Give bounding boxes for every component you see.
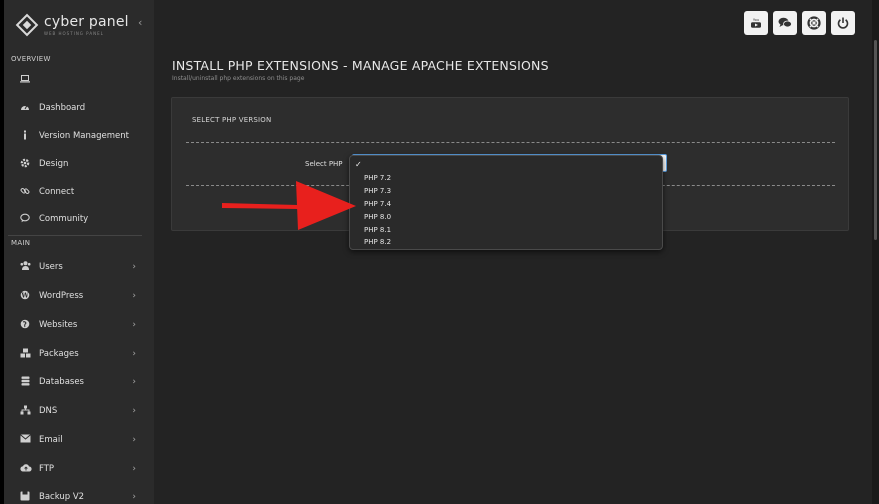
- sidebar-item-connect[interactable]: Connect: [20, 184, 140, 200]
- option-php-8-1[interactable]: PHP 8.1: [364, 226, 391, 234]
- youtube-icon: You: [751, 18, 761, 28]
- sidebar-item-version-management[interactable]: Version Management: [20, 128, 140, 144]
- chevron-right-icon: ›: [132, 464, 136, 474]
- logo-subtitle: WEB HOSTING PANEL: [44, 31, 104, 36]
- sidebar-item-label: Version Management: [39, 131, 129, 141]
- cyberpanel-logo-icon: [15, 13, 39, 37]
- logout-button[interactable]: [831, 11, 855, 35]
- database-icon: [20, 376, 30, 389]
- chevron-right-icon: ›: [132, 320, 136, 330]
- sidebar-item-label: Email: [39, 435, 63, 445]
- link-icon: [20, 186, 30, 199]
- section-overview: OVERVIEW: [11, 55, 51, 63]
- chevron-right-icon: ›: [132, 291, 136, 301]
- dashed-divider: [186, 142, 835, 143]
- page-title: INSTALL PHP EXTENSIONS - MANAGE APACHE E…: [172, 58, 549, 73]
- sidebar-item-users[interactable]: Users ›: [20, 259, 140, 275]
- youtube-button[interactable]: You: [744, 11, 768, 35]
- sidebar-item-ftp[interactable]: FTP ›: [20, 461, 140, 477]
- card-heading: SELECT PHP VERSION: [192, 116, 272, 124]
- sidebar-item-overview[interactable]: [20, 72, 140, 88]
- collapse-sidebar-icon[interactable]: ‹: [138, 16, 142, 29]
- sidebar-item-websites[interactable]: Websites ›: [20, 317, 140, 333]
- option-php-7-4[interactable]: PHP 7.4: [364, 200, 391, 208]
- sidebar-item-label: Databases: [39, 377, 84, 387]
- lifebuoy-icon: [807, 16, 821, 30]
- page-subtitle: Install/uninstall php extensions on this…: [172, 75, 305, 82]
- globe-icon: [20, 319, 30, 332]
- chevron-right-icon: ›: [132, 262, 136, 272]
- sidebar-item-label: Packages: [39, 349, 79, 359]
- sidebar-item-backup-v2[interactable]: Backup V2 ›: [20, 489, 140, 504]
- laptop-icon: [20, 74, 30, 86]
- svg-text:W: W: [20, 291, 29, 299]
- sidebar-item-label: Community: [39, 214, 89, 224]
- select-php-label: Select PHP: [305, 160, 343, 168]
- scrollbar-thumb[interactable]: [874, 40, 877, 240]
- sidebar-item-design[interactable]: Design: [20, 156, 140, 172]
- sidebar-item-label: Dashboard: [39, 103, 86, 113]
- sidebar-item-label: Backup V2: [39, 492, 85, 502]
- info-icon: [20, 130, 30, 143]
- support-button[interactable]: [802, 11, 826, 35]
- power-icon: [837, 17, 849, 29]
- chevron-right-icon: ›: [132, 406, 136, 416]
- chevron-right-icon: ›: [132, 492, 136, 502]
- backup-icon: [20, 491, 30, 504]
- sidebar-item-label: Design: [39, 159, 69, 169]
- chat-icon: [20, 213, 30, 226]
- php-version-dropdown: ✓ PHP 7.2 PHP 7.3 PHP 7.4 PHP 8.0 PHP 8.…: [349, 155, 663, 250]
- sidebar-item-email[interactable]: Email ›: [20, 432, 140, 448]
- option-php-8-0[interactable]: PHP 8.0: [364, 213, 391, 221]
- chat-button[interactable]: [773, 11, 797, 35]
- sidebar-divider: [8, 235, 142, 236]
- sidebar-item-packages[interactable]: Packages ›: [20, 346, 140, 362]
- dns-icon: [20, 405, 31, 418]
- packages-icon: [20, 348, 31, 361]
- sidebar-item-label: Users: [39, 262, 63, 272]
- logo[interactable]: cyber panel WEB HOSTING PANEL: [15, 8, 129, 42]
- chevron-right-icon: ›: [132, 349, 136, 359]
- option-php-8-2[interactable]: PHP 8.2: [364, 238, 391, 246]
- screen: cyber panel WEB HOSTING PANEL ‹ OVERVIEW…: [0, 0, 879, 504]
- sidebar-item-dashboard[interactable]: Dashboard: [20, 100, 140, 116]
- logo-title: cyber panel: [44, 14, 129, 30]
- sidebar-item-label: FTP: [39, 464, 55, 474]
- sidebar-item-label: WordPress: [39, 291, 84, 301]
- chevron-right-icon: ›: [132, 377, 136, 387]
- option-php-7-3[interactable]: PHP 7.3: [364, 187, 391, 195]
- dashboard-icon: [20, 102, 30, 114]
- chat-bubbles-icon: [778, 17, 792, 28]
- cloud-upload-icon: [20, 463, 32, 475]
- svg-text:You: You: [753, 18, 759, 22]
- sidebar-item-community[interactable]: Community: [20, 211, 140, 227]
- red-arrow-annotation: [222, 181, 356, 230]
- section-main: MAIN: [11, 239, 31, 247]
- sidebar-item-dns[interactable]: DNS ›: [20, 403, 140, 419]
- sidebar-item-label: Connect: [39, 187, 75, 197]
- check-icon: ✓: [355, 160, 362, 169]
- option-php-7-2[interactable]: PHP 7.2: [364, 174, 391, 182]
- email-icon: [20, 434, 31, 446]
- sidebar-item-label: DNS: [39, 406, 58, 416]
- sidebar-item-label: Websites: [39, 320, 78, 330]
- gear-icon: [20, 158, 30, 171]
- sidebar-item-wordpress[interactable]: W WordPress ›: [20, 288, 140, 304]
- wordpress-icon: W: [20, 290, 30, 303]
- users-icon: [20, 261, 31, 273]
- chevron-right-icon: ›: [132, 435, 136, 445]
- sidebar-item-databases[interactable]: Databases ›: [20, 374, 140, 390]
